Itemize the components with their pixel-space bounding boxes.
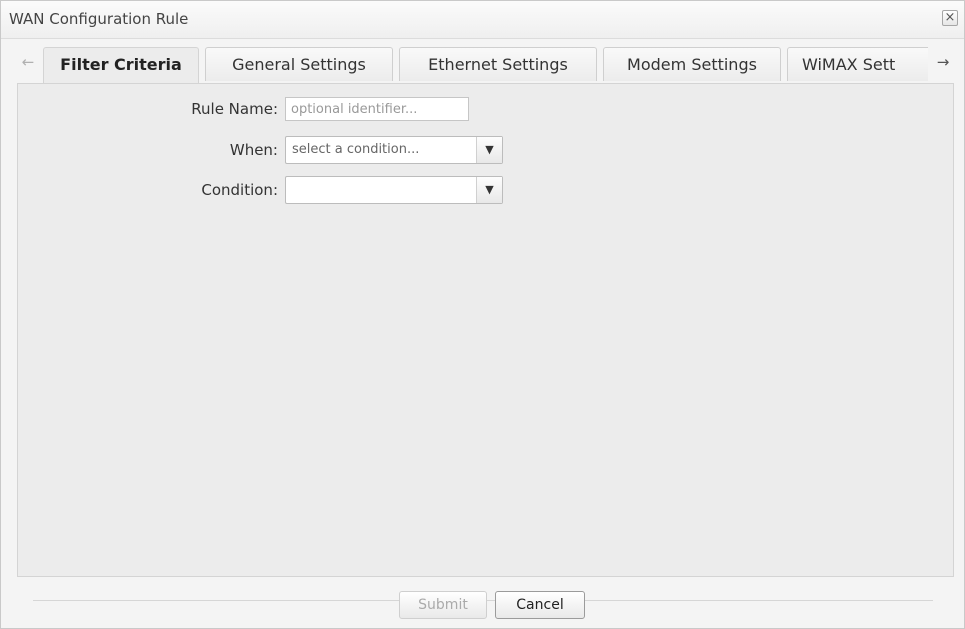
- close-icon[interactable]: ×: [942, 10, 958, 26]
- condition-row: Condition:: [18, 177, 278, 203]
- arrow-right-icon[interactable]: →: [932, 48, 954, 76]
- tab-modem-settings[interactable]: Modem Settings: [603, 47, 781, 81]
- dialog-footer: Submit Cancel: [1, 578, 964, 628]
- condition-label: Condition:: [201, 181, 278, 199]
- filter-criteria-panel: Rule Name: When: select a condition... ▼…: [17, 83, 954, 577]
- tab-strip: Filter Criteria General Settings Etherne…: [43, 47, 928, 83]
- wan-config-dialog: WAN Configuration Rule × ← Filter Criter…: [0, 0, 965, 629]
- when-row: When:: [18, 137, 278, 163]
- when-label: When:: [229, 141, 278, 159]
- tab-wimax-settings[interactable]: WiMAX Sett: [787, 47, 928, 81]
- tab-general-settings[interactable]: General Settings: [205, 47, 393, 81]
- submit-button[interactable]: Submit: [399, 591, 487, 619]
- tab-filter-criteria[interactable]: Filter Criteria: [43, 47, 199, 83]
- chevron-down-icon[interactable]: ▼: [476, 137, 502, 163]
- condition-select[interactable]: ▼: [285, 176, 503, 204]
- rule-name-row: Rule Name:: [18, 96, 278, 122]
- when-selected-value: select a condition...: [292, 142, 420, 157]
- cancel-button[interactable]: Cancel: [495, 591, 585, 619]
- rule-name-label: Rule Name:: [191, 100, 278, 118]
- tab-ethernet-settings[interactable]: Ethernet Settings: [399, 47, 597, 81]
- arrow-left-icon[interactable]: ←: [17, 48, 39, 76]
- dialog-titlebar: WAN Configuration Rule ×: [1, 1, 964, 39]
- when-select[interactable]: select a condition... ▼: [285, 136, 503, 164]
- rule-name-input[interactable]: [285, 97, 469, 121]
- chevron-down-icon[interactable]: ▼: [476, 177, 502, 203]
- tab-bar: ← Filter Criteria General Settings Ether…: [17, 39, 954, 83]
- dialog-title: WAN Configuration Rule: [9, 10, 189, 28]
